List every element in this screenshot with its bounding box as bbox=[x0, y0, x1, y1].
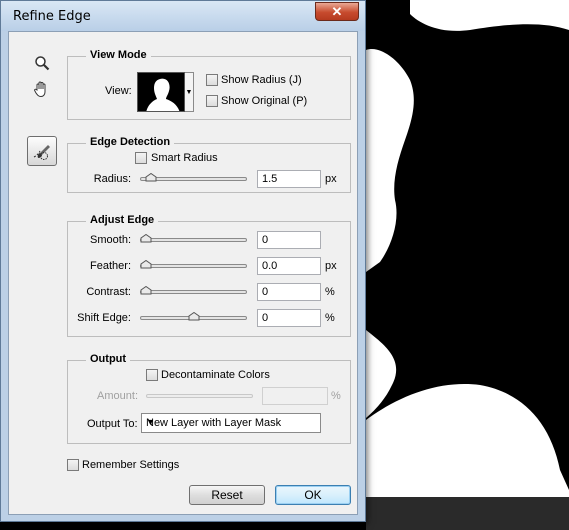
remember-settings-checkbox[interactable] bbox=[67, 459, 79, 471]
output-legend: Output bbox=[86, 353, 131, 365]
refine-radius-brush-icon[interactable] bbox=[27, 136, 57, 166]
dialog-title: Refine Edge bbox=[13, 9, 91, 24]
remember-settings-label: Remember Settings bbox=[82, 459, 180, 471]
adjust-edge-legend: Adjust Edge bbox=[86, 214, 159, 226]
view-thumbnail[interactable] bbox=[137, 72, 185, 112]
decontaminate-colors-label: Decontaminate Colors bbox=[161, 369, 270, 381]
amount-label: Amount: bbox=[97, 390, 138, 402]
hand-icon[interactable] bbox=[31, 78, 53, 100]
radius-label: Radius: bbox=[93, 173, 131, 185]
amount-unit: % bbox=[331, 390, 341, 402]
feather-unit: px bbox=[325, 260, 337, 272]
show-radius-label: Show Radius (J) bbox=[221, 74, 302, 86]
view-mode-legend: View Mode bbox=[86, 49, 151, 61]
feather-field[interactable]: 0.0 bbox=[257, 257, 321, 275]
chevron-down-icon: ▼ bbox=[185, 88, 193, 96]
shift-edge-field[interactable]: 0 bbox=[257, 309, 321, 327]
reset-button[interactable]: Reset bbox=[189, 485, 265, 505]
feather-slider[interactable] bbox=[140, 264, 247, 268]
show-original-label: Show Original (P) bbox=[221, 95, 308, 107]
contrast-field[interactable]: 0 bbox=[257, 283, 321, 301]
radius-field[interactable]: 1.5 bbox=[257, 170, 321, 188]
show-radius-checkbox[interactable] bbox=[206, 74, 218, 86]
smooth-label: Smooth: bbox=[90, 234, 131, 246]
radius-unit: px bbox=[325, 173, 337, 185]
feather-label: Feather: bbox=[90, 260, 131, 272]
title-bar[interactable]: Refine Edge ✕ bbox=[1, 1, 365, 31]
close-icon: ✕ bbox=[331, 3, 343, 19]
shift-edge-unit: % bbox=[325, 312, 335, 324]
decontaminate-colors-checkbox[interactable] bbox=[146, 369, 158, 381]
edge-detection-legend: Edge Detection bbox=[86, 136, 175, 148]
view-dropdown-button[interactable]: ▼ bbox=[185, 72, 194, 112]
smart-radius-label: Smart Radius bbox=[151, 152, 218, 164]
shift-edge-label: Shift Edge: bbox=[77, 312, 131, 324]
ok-button[interactable]: OK bbox=[275, 485, 351, 505]
dialog-body: View Mode View: ▼ Show Radius (J) Show O… bbox=[8, 31, 358, 515]
smooth-field[interactable]: 0 bbox=[257, 231, 321, 249]
output-to-label: Output To: bbox=[87, 418, 138, 430]
chevron-down-icon: ▼ bbox=[146, 417, 155, 427]
amount-field[interactable] bbox=[262, 387, 328, 405]
close-button[interactable]: ✕ bbox=[315, 2, 359, 21]
amount-slider[interactable] bbox=[146, 394, 253, 398]
smart-radius-checkbox[interactable] bbox=[135, 152, 147, 164]
view-label: View: bbox=[105, 85, 132, 97]
contrast-slider[interactable] bbox=[140, 290, 247, 294]
show-original-checkbox[interactable] bbox=[206, 95, 218, 107]
output-to-select[interactable]: New Layer with Layer Mask ▼ bbox=[141, 413, 321, 433]
smooth-slider[interactable] bbox=[140, 238, 247, 242]
contrast-unit: % bbox=[325, 286, 335, 298]
contrast-label: Contrast: bbox=[86, 286, 131, 298]
zoom-icon[interactable] bbox=[31, 52, 53, 74]
refine-edge-dialog: Refine Edge ✕ View Mode View: ▼ Show Rad… bbox=[0, 0, 366, 522]
